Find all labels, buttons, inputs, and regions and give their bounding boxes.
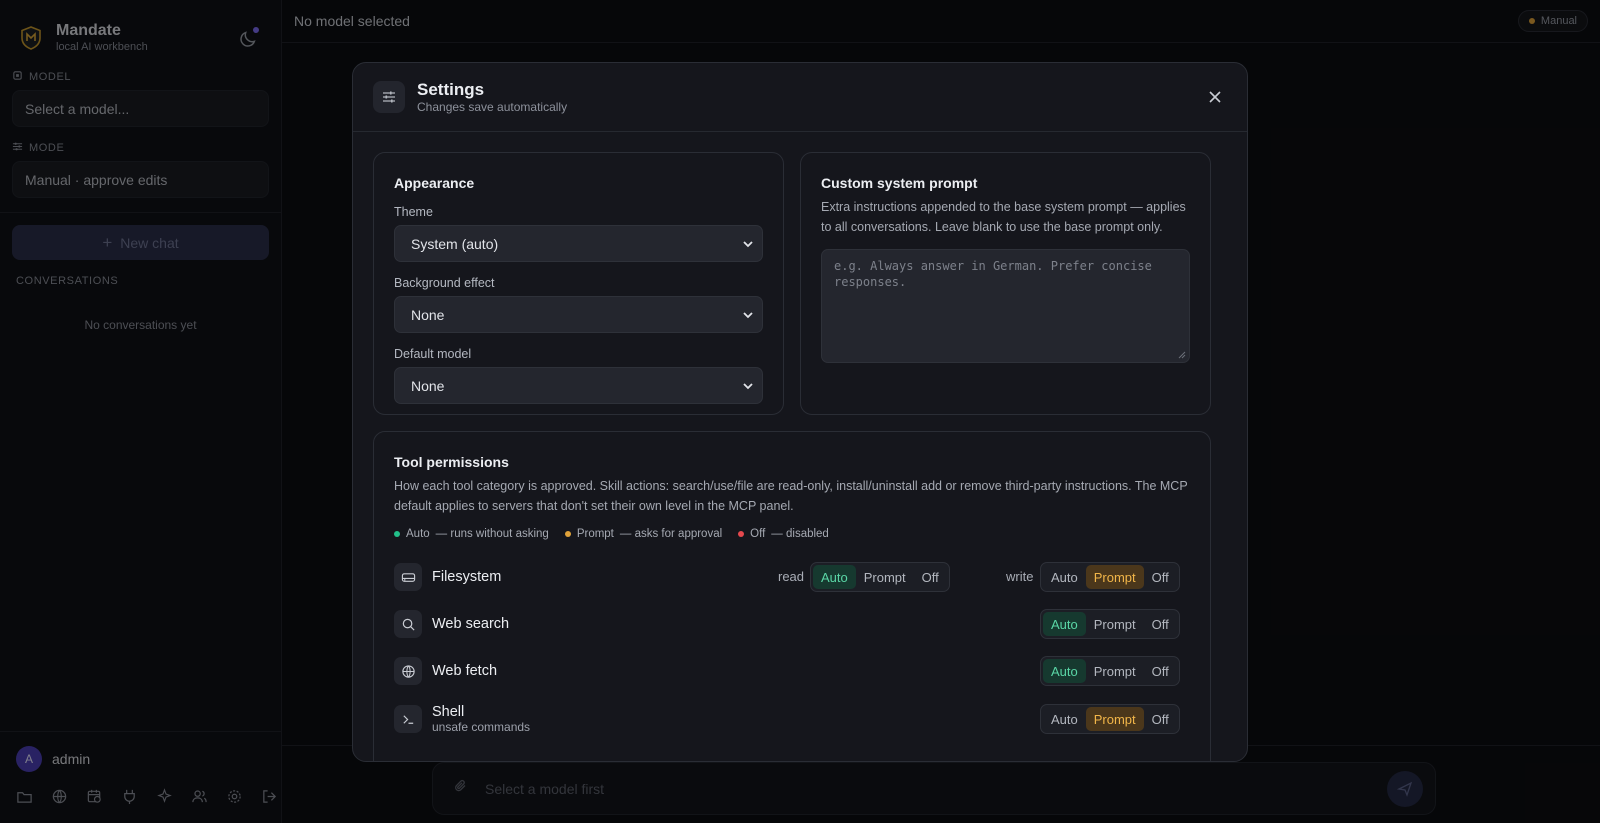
legend-desc: — runs without asking	[435, 528, 549, 540]
legend-label: Off	[750, 528, 766, 540]
search-icon	[394, 610, 422, 638]
read-label: read	[778, 569, 805, 584]
option-prompt[interactable]: Prompt	[1086, 659, 1144, 683]
legend-dot	[394, 531, 400, 537]
option-off[interactable]: Off	[1144, 707, 1177, 731]
chevron-down-icon	[743, 383, 753, 390]
theme-select-value: System (auto)	[411, 235, 499, 252]
web-fetch-segmented: Auto Prompt Off	[1040, 656, 1180, 686]
globe-icon	[394, 657, 422, 685]
legend-prompt: Prompt — asks for approval	[564, 528, 723, 540]
theme-label: Theme	[394, 205, 433, 219]
filesystem-write-segmented: Auto Prompt Off	[1040, 562, 1180, 592]
option-prompt[interactable]: Prompt	[1085, 707, 1144, 731]
close-icon	[1209, 91, 1221, 103]
legend-auto: Auto — runs without asking	[394, 528, 549, 540]
option-prompt[interactable]: Prompt	[856, 565, 914, 589]
close-button[interactable]	[1203, 85, 1227, 109]
sliders-icon	[373, 81, 405, 113]
option-off[interactable]: Off	[914, 565, 947, 589]
legend-label: Auto	[406, 528, 430, 540]
theme-select[interactable]: System (auto)	[394, 225, 763, 262]
option-auto[interactable]: Auto	[1043, 707, 1086, 731]
tool-permissions-card: Tool permissions How each tool category …	[373, 431, 1211, 761]
permission-name: Web search	[432, 616, 510, 632]
legend-off: Off — disabled	[738, 528, 829, 540]
terminal-icon	[394, 705, 422, 733]
default-model-label: Default model	[394, 347, 472, 361]
background-effect-label: Background effect	[394, 276, 495, 290]
legend-dot	[564, 531, 571, 537]
option-auto[interactable]: Auto	[1043, 612, 1086, 636]
appearance-card: Appearance Theme System (auto) Backgroun…	[373, 152, 784, 415]
option-off[interactable]: Off	[1144, 612, 1177, 636]
write-label: write	[1006, 569, 1034, 584]
permission-subtitle: unsafe commands	[432, 720, 531, 734]
custom-prompt-textarea[interactable]: e.g. Always answer in German. Prefer con…	[821, 249, 1190, 363]
settings-header: Settings Changes save automatically	[353, 63, 1247, 132]
option-off[interactable]: Off	[1144, 565, 1177, 589]
permission-name: Shell	[432, 704, 465, 720]
option-prompt[interactable]: Prompt	[1086, 612, 1144, 636]
legend-label: Prompt	[576, 528, 614, 540]
background-effect-select[interactable]: None	[394, 296, 763, 333]
permission-legend: Auto — runs without asking Prompt — asks f…	[394, 528, 1190, 540]
custom-prompt-title: Custom system prompt	[821, 175, 978, 191]
default-model-value: None	[411, 377, 445, 394]
permission-name: Filesystem	[432, 569, 502, 585]
default-model-select[interactable]: None	[394, 367, 763, 404]
legend-dot	[738, 531, 745, 537]
settings-title: Settings	[417, 79, 485, 99]
drive-icon	[394, 563, 422, 591]
tool-permissions-title: Tool permissions	[394, 454, 509, 470]
option-off[interactable]: Off	[1144, 659, 1177, 683]
legend-desc: — disabled	[771, 528, 829, 540]
custom-prompt-placeholder: e.g. Always answer in German. Prefer con…	[834, 259, 1152, 289]
shell-segmented: Auto Prompt Off	[1040, 704, 1180, 734]
tool-permissions-description: How each tool category is approved. Skil…	[394, 479, 1188, 513]
web-search-segmented: Auto Prompt Off	[1040, 609, 1180, 639]
background-effect-value: None	[411, 306, 445, 323]
custom-prompt-description: Extra instructions appended to the base …	[821, 200, 1186, 234]
chevron-down-icon	[743, 312, 753, 319]
filesystem-read-segmented: Auto Prompt Off	[810, 562, 950, 592]
option-auto[interactable]: Auto	[1043, 659, 1086, 683]
resize-handle-icon	[1178, 351, 1186, 359]
option-auto[interactable]: Auto	[1043, 565, 1086, 589]
permission-name: Web fetch	[432, 663, 498, 679]
settings-subtitle: Changes save automatically	[417, 99, 568, 114]
settings-modal: Settings Changes save automatically Appe…	[352, 62, 1248, 762]
legend-desc: — asks for approval	[619, 528, 723, 540]
appearance-title: Appearance	[394, 175, 475, 191]
option-auto[interactable]: Auto	[813, 565, 856, 589]
chevron-down-icon	[743, 241, 753, 248]
custom-prompt-card: Custom system prompt Extra instructions …	[800, 152, 1211, 415]
option-prompt[interactable]: Prompt	[1085, 565, 1144, 589]
